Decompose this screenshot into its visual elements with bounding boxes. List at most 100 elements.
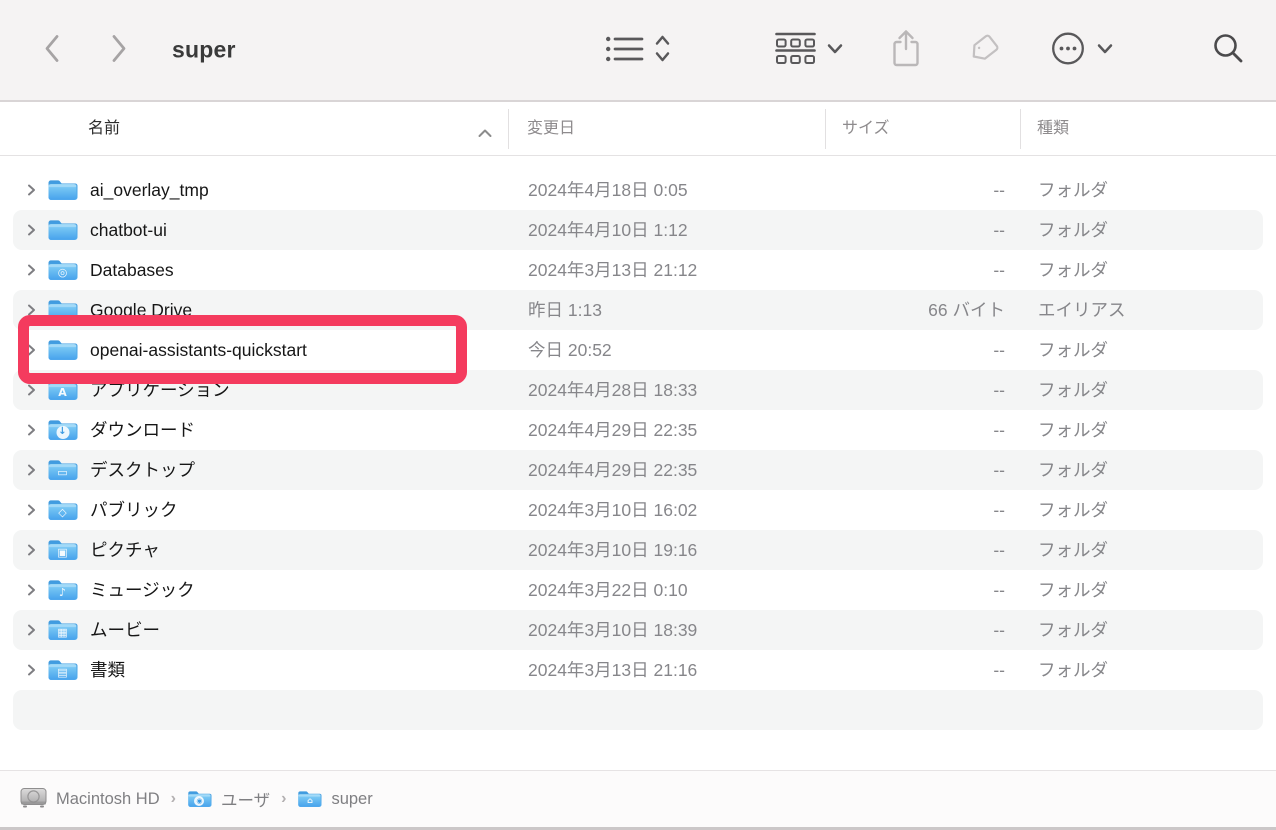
file-name: 書類 [90,650,125,690]
file-size: -- [825,250,1005,290]
tag-button[interactable] [966,31,1002,70]
path-bar: Macintosh HD › ◉ ユーザ › ⌂ super [0,770,1276,830]
file-size: -- [825,370,1005,410]
stepper-chevrons-icon [654,34,671,67]
file-row[interactable]: openai-assistants-quickstart今日 20:52--フォ… [0,330,1276,370]
share-icon [890,28,922,72]
file-row[interactable]: ◇ パブリック 2024年3月10日 16:02 -- フォルダ [0,490,1276,530]
disclosure-chevron-icon[interactable] [27,583,36,600]
folder-icon [47,338,78,363]
group-by-button[interactable] [775,32,844,69]
file-name: パブリック [90,490,178,530]
public-emblem-icon: ◇ [58,507,66,518]
file-name: ミュージック [90,570,195,610]
column-header-name[interactable]: 名前 [88,102,120,155]
file-kind: フォルダ [1038,650,1108,690]
disclosure-chevron-icon[interactable] [27,663,36,680]
file-size: -- [825,490,1005,530]
more-ellipsis-icon [1050,31,1086,70]
file-name: アプリケーション [90,370,230,410]
folder-icon [47,218,78,243]
chevron-down-icon [826,43,844,58]
hard-drive-icon [20,786,47,812]
search-button[interactable] [1212,32,1245,68]
breadcrumb-label: ユーザ [221,787,270,811]
modified-date: 2024年3月10日 16:02 [528,490,697,530]
column-header-modified[interactable]: 変更日 [527,102,575,155]
window-title: super [172,37,236,64]
file-row[interactable]: ◎Databases2024年3月13日 21:12--フォルダ [0,250,1276,290]
databases-emblem-icon: ◎ [58,267,68,278]
disclosure-chevron-icon[interactable] [27,623,36,640]
file-row[interactable]: ▣ピクチャ2024年3月10日 19:16--フォルダ [0,530,1276,570]
file-row[interactable]: chatbot-ui2024年4月10日 1:12--フォルダ [0,210,1276,250]
file-name: ai_overlay_tmp [90,170,209,210]
disclosure-chevron-icon[interactable] [27,463,36,480]
breadcrumb-label: Macintosh HD [56,790,160,809]
file-row[interactable]: Aアプリケーション2024年4月28日 18:33--フォルダ [0,370,1276,410]
column-header-kind[interactable]: 種類 [1037,102,1069,155]
file-size: -- [825,570,1005,610]
file-size: -- [825,410,1005,450]
file-name: ムービー [90,610,160,650]
more-options-button[interactable] [1050,31,1114,70]
back-button[interactable] [40,33,63,67]
folder-icon [47,178,78,203]
column-divider[interactable] [1020,109,1021,149]
file-list: ai_overlay_tmp 2024年4月18日 0:05 -- フォルダ chatb… [0,156,1276,730]
file-row[interactable]: ♪ミュージック2024年3月22日 0:10--フォルダ [0,570,1276,610]
column-divider[interactable] [825,109,826,149]
column-header-row: 名前 変更日 サイズ 種類 [0,102,1276,156]
share-button[interactable] [890,28,922,72]
view-options-control[interactable] [606,34,671,67]
modified-date: 昨日 1:13 [528,290,602,330]
disclosure-chevron-icon[interactable] [27,383,36,400]
file-kind: フォルダ [1038,330,1108,370]
modified-date: 2024年4月10日 1:12 [528,210,688,250]
breadcrumb-users[interactable]: ◉ ユーザ [187,787,270,811]
file-kind: フォルダ [1038,490,1108,530]
file-kind: フォルダ [1038,210,1108,250]
sort-ascending-icon [477,125,493,143]
file-size: 66 バイト [825,290,1005,330]
file-name: chatbot-ui [90,210,167,250]
modified-date: 2024年3月10日 19:16 [528,530,697,570]
column-divider[interactable] [508,109,509,149]
disclosure-chevron-icon[interactable] [27,183,36,200]
search-icon [1212,32,1245,68]
movies-emblem-icon: ▦ [57,627,67,638]
file-kind: フォルダ [1038,530,1108,570]
disclosure-chevron-icon[interactable] [27,263,36,280]
home-emblem-icon: ⌂ [307,797,313,805]
disclosure-chevron-icon[interactable] [27,303,36,320]
file-row[interactable]: ↓ダウンロード2024年4月29日 22:35--フォルダ [0,410,1276,450]
folder-icon: ▣ [47,538,78,563]
list-view-icon [606,35,644,65]
breadcrumb-macintosh-hd[interactable]: Macintosh HD [20,786,160,812]
breadcrumb-super[interactable]: ⌂ super [297,789,372,809]
disclosure-chevron-icon[interactable] [27,543,36,560]
folder-icon: ♪ [47,578,78,603]
folder-icon: ◎ [47,258,78,283]
file-row[interactable]: ▤書類2024年3月13日 21:16--フォルダ [0,650,1276,690]
forward-button[interactable] [108,33,131,67]
pictures-emblem-icon: ▣ [57,547,67,558]
file-kind: エイリアス [1038,290,1126,330]
modified-date: 2024年3月13日 21:12 [528,250,697,290]
file-size: -- [825,530,1005,570]
disclosure-chevron-icon[interactable] [27,503,36,520]
column-header-size[interactable]: サイズ [842,102,890,155]
chevron-down-icon [1096,43,1114,58]
users-emblem-icon: ◉ [194,796,204,806]
file-row[interactable]: ai_overlay_tmp2024年4月18日 0:05--フォルダ [0,170,1276,210]
file-size: -- [825,650,1005,690]
disclosure-chevron-icon[interactable] [27,343,36,360]
file-kind: フォルダ [1038,410,1108,450]
disclosure-chevron-icon[interactable] [27,223,36,240]
file-row[interactable]: ▦ムービー2024年3月10日 18:39--フォルダ [0,610,1276,650]
disclosure-chevron-icon[interactable] [27,423,36,440]
file-row[interactable]: Google Drive昨日 1:1366 バイトエイリアス [0,290,1276,330]
file-size: -- [825,170,1005,210]
file-row[interactable]: ▭デスクトップ2024年4月29日 22:35--フォルダ [0,450,1276,490]
modified-date: 2024年4月18日 0:05 [528,170,688,210]
